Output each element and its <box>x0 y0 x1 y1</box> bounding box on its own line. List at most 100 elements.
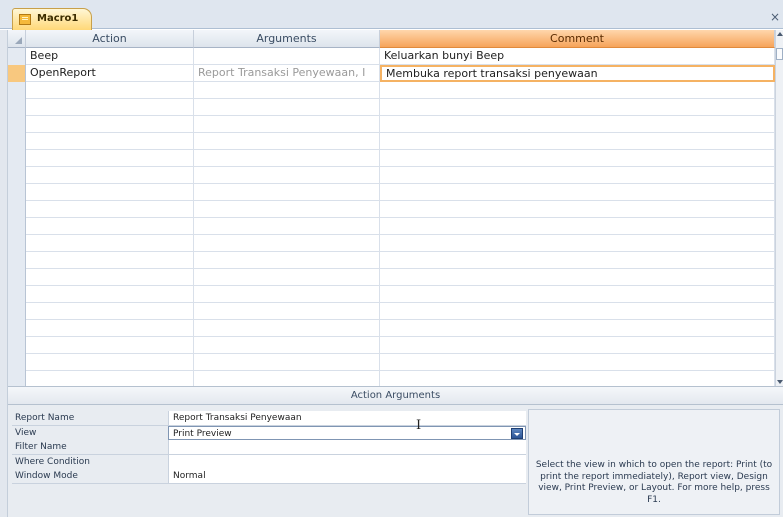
empty-cell[interactable] <box>194 150 380 167</box>
row-selector[interactable] <box>8 235 26 252</box>
empty-cell[interactable] <box>26 303 194 320</box>
empty-cell[interactable] <box>26 218 194 235</box>
empty-table-row[interactable] <box>8 218 775 235</box>
view-select[interactable]: Print Preview <box>168 425 526 440</box>
row-selector-current[interactable] <box>8 65 26 82</box>
row-selector[interactable] <box>8 201 26 218</box>
empty-cell[interactable] <box>194 320 380 337</box>
empty-cell[interactable] <box>380 269 775 286</box>
window-mode-field[interactable]: Normal <box>168 469 526 483</box>
empty-cell[interactable] <box>194 99 380 116</box>
empty-cell[interactable] <box>194 116 380 133</box>
empty-cell[interactable] <box>194 218 380 235</box>
row-selector[interactable] <box>8 48 26 65</box>
cell-comment[interactable]: Keluarkan bunyi Beep <box>380 48 775 65</box>
empty-cell[interactable] <box>380 252 775 269</box>
empty-cell[interactable] <box>26 354 194 371</box>
empty-cell[interactable] <box>380 303 775 320</box>
empty-table-row[interactable] <box>8 167 775 184</box>
row-selector[interactable] <box>8 116 26 133</box>
column-header-arguments[interactable]: Arguments <box>194 30 380 48</box>
empty-table-row[interactable] <box>8 235 775 252</box>
close-icon[interactable]: × <box>770 10 780 24</box>
empty-table-row[interactable] <box>8 269 775 286</box>
empty-table-row[interactable] <box>8 116 775 133</box>
select-all-corner[interactable] <box>8 30 26 48</box>
column-header-comment[interactable]: Comment <box>380 30 775 48</box>
empty-cell[interactable] <box>380 354 775 371</box>
empty-cell[interactable] <box>380 218 775 235</box>
empty-cell[interactable] <box>26 82 194 99</box>
empty-cell[interactable] <box>194 252 380 269</box>
row-selector[interactable] <box>8 99 26 116</box>
empty-cell[interactable] <box>380 116 775 133</box>
empty-cell[interactable] <box>194 133 380 150</box>
row-selector[interactable] <box>8 133 26 150</box>
empty-table-row[interactable] <box>8 133 775 150</box>
empty-cell[interactable] <box>26 99 194 116</box>
empty-table-row[interactable] <box>8 184 775 201</box>
empty-cell[interactable] <box>380 184 775 201</box>
empty-table-row[interactable] <box>8 286 775 303</box>
empty-cell[interactable] <box>380 320 775 337</box>
empty-cell[interactable] <box>26 116 194 133</box>
empty-table-row[interactable] <box>8 320 775 337</box>
dropdown-arrow-icon[interactable] <box>511 427 523 439</box>
cell-comment-active[interactable]: Membuka report transaksi penyewaan <box>380 65 775 82</box>
empty-cell[interactable] <box>194 269 380 286</box>
empty-cell[interactable] <box>380 133 775 150</box>
row-selector[interactable] <box>8 269 26 286</box>
empty-cell[interactable] <box>26 167 194 184</box>
row-selector[interactable] <box>8 354 26 371</box>
empty-cell[interactable] <box>26 320 194 337</box>
empty-cell[interactable] <box>380 235 775 252</box>
where-condition-field[interactable] <box>168 454 526 469</box>
row-selector[interactable] <box>8 184 26 201</box>
empty-table-row[interactable] <box>8 99 775 116</box>
empty-cell[interactable] <box>194 286 380 303</box>
empty-cell[interactable] <box>26 286 194 303</box>
empty-cell[interactable] <box>380 201 775 218</box>
empty-cell[interactable] <box>26 235 194 252</box>
row-selector[interactable] <box>8 252 26 269</box>
empty-cell[interactable] <box>194 167 380 184</box>
table-row[interactable]: OpenReport Report Transaksi Penyewaan, I… <box>8 65 775 82</box>
tab-macro1[interactable]: Macro1 <box>12 8 92 30</box>
empty-cell[interactable] <box>194 337 380 354</box>
empty-cell[interactable] <box>380 167 775 184</box>
empty-cell[interactable] <box>194 354 380 371</box>
empty-table-row[interactable] <box>8 303 775 320</box>
empty-cell[interactable] <box>380 150 775 167</box>
row-selector[interactable] <box>8 82 26 99</box>
empty-table-row[interactable] <box>8 201 775 218</box>
cell-action[interactable]: OpenReport <box>26 65 194 82</box>
row-selector[interactable] <box>8 167 26 184</box>
empty-cell[interactable] <box>380 337 775 354</box>
empty-table-row[interactable] <box>8 150 775 167</box>
empty-table-row[interactable] <box>8 252 775 269</box>
row-selector[interactable] <box>8 150 26 167</box>
empty-table-row[interactable] <box>8 82 775 99</box>
row-selector[interactable] <box>8 286 26 303</box>
empty-table-row[interactable] <box>8 337 775 354</box>
empty-cell[interactable] <box>194 235 380 252</box>
row-selector[interactable] <box>8 218 26 235</box>
column-header-action[interactable]: Action <box>26 30 194 48</box>
empty-cell[interactable] <box>194 82 380 99</box>
empty-cell[interactable] <box>26 201 194 218</box>
empty-cell[interactable] <box>26 133 194 150</box>
row-selector[interactable] <box>8 320 26 337</box>
table-row[interactable]: Beep Keluarkan bunyi Beep <box>8 48 775 65</box>
scroll-down-icon[interactable] <box>777 380 783 384</box>
empty-cell[interactable] <box>26 337 194 354</box>
vertical-scrollbar[interactable] <box>775 30 783 386</box>
row-selector[interactable] <box>8 303 26 320</box>
empty-cell[interactable] <box>380 99 775 116</box>
empty-cell[interactable] <box>194 201 380 218</box>
empty-cell[interactable] <box>194 184 380 201</box>
scroll-up-icon[interactable] <box>777 32 783 36</box>
empty-cell[interactable] <box>380 82 775 99</box>
empty-cell[interactable] <box>26 252 194 269</box>
empty-table-row[interactable] <box>8 354 775 371</box>
empty-cell[interactable] <box>26 184 194 201</box>
